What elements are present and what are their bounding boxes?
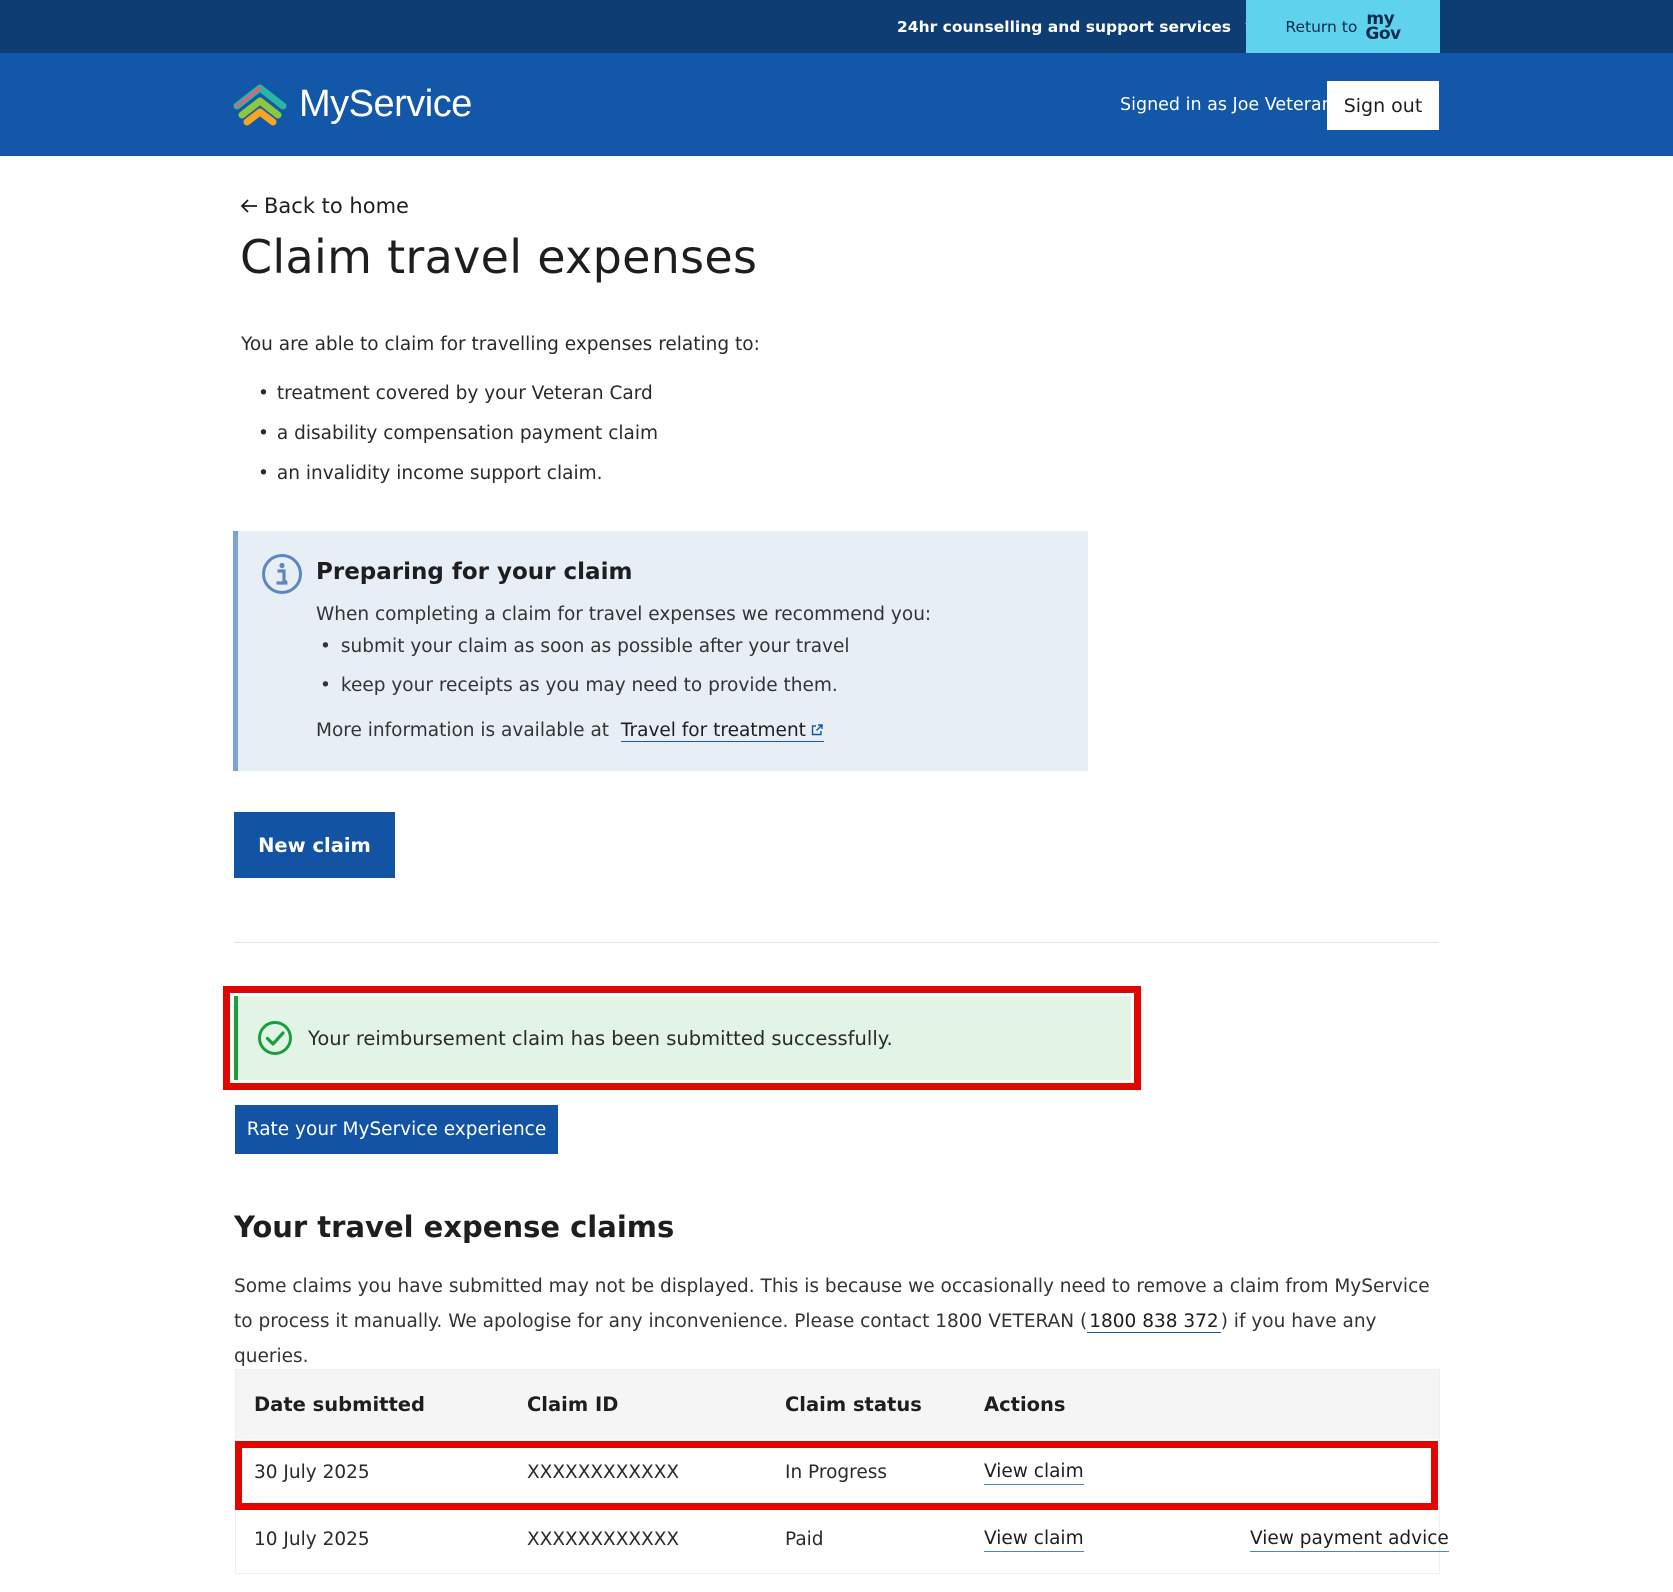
header-claim-status: Claim status: [785, 1393, 922, 1416]
sign-out-button[interactable]: Sign out: [1327, 81, 1439, 130]
header-date-submitted: Date submitted: [254, 1393, 425, 1416]
check-circle-icon: [258, 1021, 292, 1055]
new-claim-button[interactable]: New claim: [234, 812, 395, 878]
claims-note: Some claims you have submitted may not b…: [234, 1269, 1444, 1374]
counselling-dropdown[interactable]: 24hr counselling and support services: [897, 0, 1261, 53]
table-row: 30 July 2025 XXXXXXXXXXXX In Progress Vi…: [236, 1439, 1439, 1506]
claims-section-title: Your travel expense claims: [234, 1210, 675, 1244]
myservice-chevron-icon: [233, 84, 287, 125]
cell-status: Paid: [785, 1529, 824, 1550]
table-row: 10 July 2025 XXXXXXXXXXXX Paid View clai…: [236, 1506, 1449, 1573]
return-to-mygov-button[interactable]: Return to my Gov: [1246, 0, 1440, 53]
cell-date: 30 July 2025: [254, 1462, 370, 1483]
rate-experience-button[interactable]: Rate your MyService experience: [235, 1105, 558, 1154]
table-header-row: Date submitted Claim ID Claim status Act…: [236, 1370, 1439, 1439]
list-item: a disability compensation payment claim: [258, 414, 658, 454]
header-actions: Actions: [984, 1393, 1066, 1416]
cell-claim-id: XXXXXXXXXXXX: [527, 1529, 680, 1550]
travel-for-treatment-link[interactable]: Travel for treatment: [620, 720, 824, 742]
back-link-label: Back to home: [264, 194, 409, 218]
header-claim-id: Claim ID: [527, 1393, 619, 1416]
success-message: Your reimbursement claim has been submit…: [308, 1026, 893, 1050]
view-claim-cell: View claim: [984, 1506, 1084, 1573]
arrow-left-icon: [240, 199, 257, 213]
back-to-home-link[interactable]: Back to home: [240, 194, 409, 218]
brand-name: MyService: [299, 83, 472, 125]
cell-claim-id: XXXXXXXXXXXX: [527, 1462, 680, 1483]
list-item: treatment covered by your Veteran Card: [258, 374, 658, 414]
claims-table: Date submitted Claim ID Claim status Act…: [235, 1369, 1449, 1574]
site-header: MyService Signed in as Joe Veteran Sign …: [0, 53, 1673, 156]
external-link-icon: [811, 724, 823, 736]
intro-list: treatment covered by your Veteran Card a…: [258, 374, 658, 494]
info-title: Preparing for your claim: [316, 559, 633, 585]
info-list: submit your claim as soon as possible af…: [316, 627, 850, 705]
info-callout: Preparing for your claim When completing…: [233, 531, 1088, 771]
return-to-label: Return to: [1285, 17, 1358, 36]
list-item: keep your receipts as you may need to pr…: [316, 666, 850, 705]
phone-link[interactable]: 1800 838 372: [1087, 1311, 1221, 1333]
cell-date: 10 July 2025: [254, 1529, 370, 1550]
counselling-label: 24hr counselling and support services: [897, 17, 1232, 36]
top-utility-bar: 24hr counselling and support services Re…: [0, 0, 1673, 53]
info-more-prefix: More information is available at: [316, 720, 610, 741]
mygov-logo: my Gov: [1365, 8, 1401, 44]
intro-text: You are able to claim for travelling exp…: [241, 334, 760, 355]
section-divider: [234, 942, 1439, 943]
success-alert: Your reimbursement claim has been submit…: [234, 996, 1131, 1080]
success-highlight: Your reimbursement claim has been submit…: [223, 986, 1141, 1090]
signed-in-text: Signed in as Joe Veteran: [1120, 94, 1333, 115]
travel-for-treatment-label: Travel for treatment: [620, 720, 806, 741]
view-claim-link[interactable]: View claim: [984, 1527, 1084, 1552]
info-icon: [262, 554, 302, 594]
view-claim-link[interactable]: View claim: [984, 1460, 1084, 1485]
page-title: Claim travel expenses: [240, 230, 758, 284]
view-payment-advice-link[interactable]: View payment advice: [1250, 1527, 1449, 1552]
info-text: When completing a claim for travel expen…: [316, 604, 932, 625]
list-item: an invalidity income support claim.: [258, 454, 658, 494]
view-claim-cell: View claim: [984, 1439, 1084, 1506]
info-more-text: More information is available at Travel …: [316, 720, 824, 742]
list-item: submit your claim as soon as possible af…: [316, 627, 850, 666]
payment-advice-cell: View payment advice: [1250, 1506, 1449, 1573]
cell-status: In Progress: [785, 1462, 888, 1483]
myservice-logo[interactable]: MyService: [233, 53, 472, 156]
